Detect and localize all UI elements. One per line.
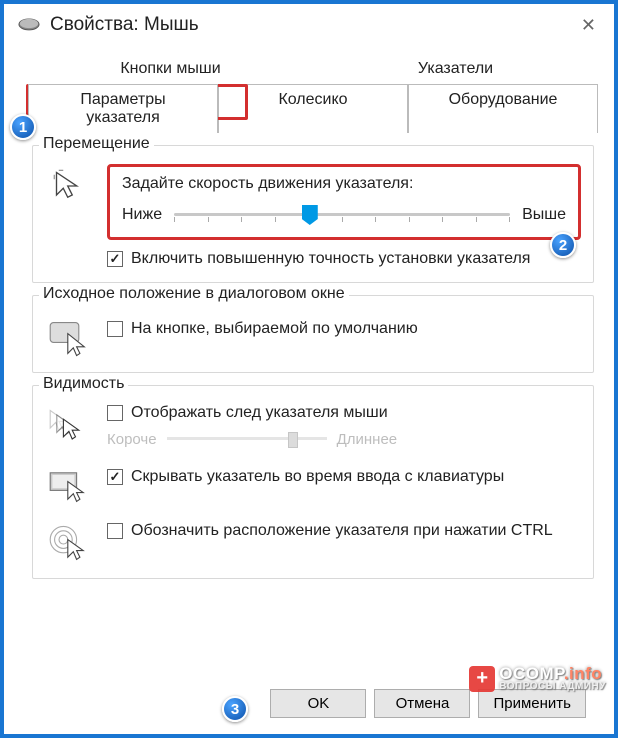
group-movement: Перемещение Задайте скорость движения ук… <box>32 145 594 283</box>
titlebar: Свойства: Мышь ✕ <box>4 4 614 46</box>
watermark-plus-icon: + <box>469 666 495 692</box>
cancel-button[interactable]: Отмена <box>374 689 470 718</box>
tab-pointers[interactable]: Указатели <box>313 54 598 84</box>
annotation-callout-1: 1 <box>10 114 36 140</box>
trail-shorter-label: Короче <box>107 431 157 448</box>
snap-icon <box>45 314 95 358</box>
trails-icon <box>45 404 95 448</box>
pointer-trails-checkbox[interactable] <box>107 405 123 421</box>
watermark: + OCOMP.info ВОПРОСЫ АДМИНУ <box>469 665 606 692</box>
enhance-precision-checkbox[interactable] <box>107 251 123 267</box>
hide-typing-icon <box>45 462 95 506</box>
annotation-callout-3: 3 <box>222 696 248 722</box>
slider-faster-label: Выше <box>522 206 566 224</box>
apply-button[interactable]: Применить <box>478 689 586 718</box>
group-visibility-title: Видимость <box>39 375 128 393</box>
slider-slower-label: Ниже <box>122 206 162 224</box>
ctrl-locate-icon <box>45 520 95 564</box>
ctrl-locate-label: Обозначить расположение указателя при на… <box>131 522 553 540</box>
mouse-icon <box>18 18 40 32</box>
hide-typing-label: Скрывать указатель во время ввода с клав… <box>131 468 504 486</box>
group-snap-title: Исходное положение в диалоговом окне <box>39 285 349 303</box>
hide-typing-checkbox[interactable] <box>107 469 123 485</box>
watermark-sub: ВОПРОСЫ АДМИНУ <box>499 682 606 692</box>
tab-wheel[interactable]: Колесико <box>218 84 408 133</box>
tab-buttons[interactable]: Кнопки мыши <box>28 54 313 84</box>
group-movement-title: Перемещение <box>39 135 154 153</box>
pointer-speed-slider[interactable] <box>174 203 510 227</box>
enhance-precision-label: Включить повышенную точность установки у… <box>131 250 530 268</box>
snap-default-checkbox[interactable] <box>107 321 123 337</box>
tab-pointer-options[interactable]: Параметры указателя <box>28 84 218 133</box>
annotation-callout-2: 2 <box>550 232 576 258</box>
close-icon[interactable]: ✕ <box>577 15 600 36</box>
trail-longer-label: Длиннее <box>337 431 398 448</box>
cursor-speed-icon <box>45 164 95 204</box>
speed-label: Задайте скорость движения указателя: <box>122 175 566 193</box>
annotation-highlight-speed: Задайте скорость движения указателя: Ниж… <box>107 164 581 240</box>
trail-length-slider <box>167 430 327 448</box>
tabs: Кнопки мыши Указатели Параметры указател… <box>28 54 598 133</box>
window-title: Свойства: Мышь <box>50 14 577 36</box>
pointer-trails-label: Отображать след указателя мыши <box>131 404 388 422</box>
ctrl-locate-checkbox[interactable] <box>107 523 123 539</box>
snap-default-label: На кнопке, выбираемой по умолчанию <box>131 320 418 338</box>
tab-hardware[interactable]: Оборудование <box>408 84 598 133</box>
ok-button[interactable]: OK <box>270 689 366 718</box>
group-visibility: Видимость Отображать след указателя мыши… <box>32 385 594 579</box>
group-snap: Исходное положение в диалоговом окне На … <box>32 295 594 373</box>
